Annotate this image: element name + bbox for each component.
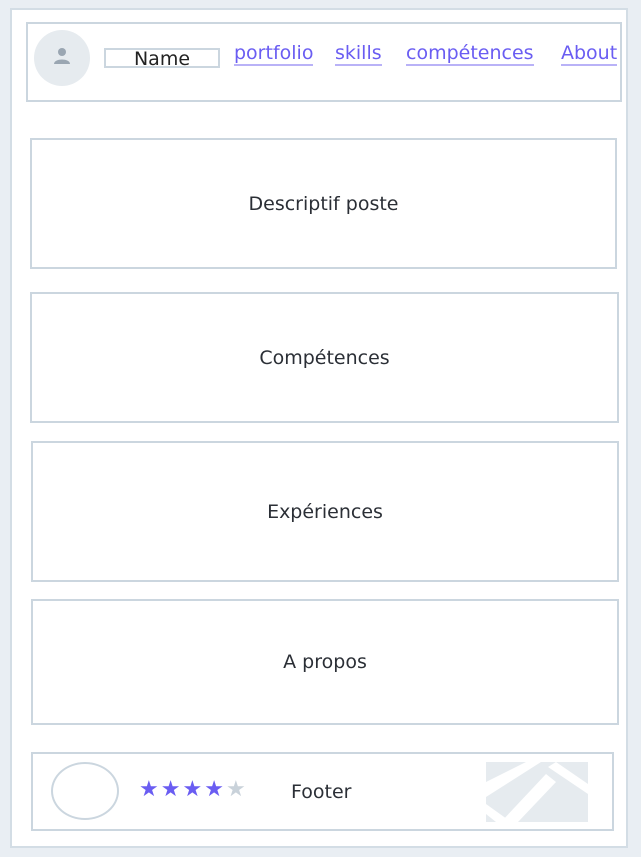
image-placeholder-icon: [486, 762, 588, 822]
footer-avatar-placeholder: [51, 762, 119, 820]
section-competences: Compétences: [30, 292, 619, 423]
header: Name portfolio skills compétences About: [26, 22, 622, 102]
user-icon: [52, 46, 72, 70]
section-title: A propos: [283, 651, 367, 673]
nav-link-skills[interactable]: skills: [335, 42, 382, 66]
star-icon-filled[interactable]: ★: [204, 779, 224, 801]
footer: ★ ★ ★ ★ ★ Footer: [31, 752, 614, 831]
section-title: Descriptif poste: [248, 192, 399, 215]
star-icon-filled[interactable]: ★: [161, 779, 181, 801]
star-icon-empty[interactable]: ★: [226, 779, 246, 801]
section-descriptif-poste: Descriptif poste: [30, 138, 617, 269]
section-experiences: Expériences: [31, 441, 619, 582]
star-rating[interactable]: ★ ★ ★ ★ ★: [139, 779, 246, 801]
section-title: Expériences: [267, 500, 383, 523]
section-title: Compétences: [259, 346, 390, 369]
star-icon-filled[interactable]: ★: [182, 779, 202, 801]
page-frame: Name portfolio skills compétences About …: [10, 8, 628, 848]
nav-link-portfolio[interactable]: portfolio: [234, 42, 314, 66]
name-field: Name: [104, 48, 220, 69]
avatar[interactable]: [34, 30, 90, 86]
nav-link-competences[interactable]: compétences: [406, 42, 534, 66]
section-a-propos: A propos: [31, 599, 619, 725]
star-icon-filled[interactable]: ★: [139, 779, 159, 801]
footer-label: Footer: [291, 781, 352, 803]
nav-link-about[interactable]: About: [561, 42, 618, 66]
